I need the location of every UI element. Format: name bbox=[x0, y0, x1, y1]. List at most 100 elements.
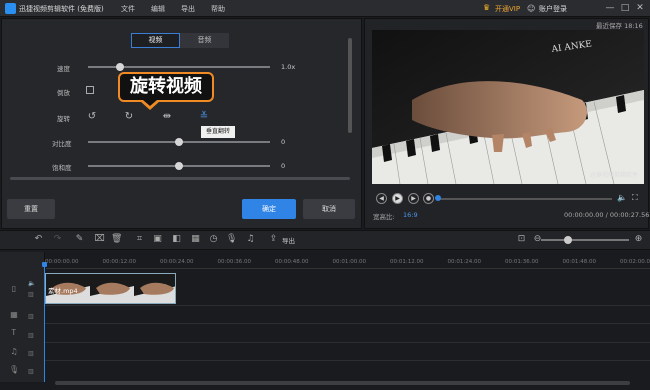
tab-video[interactable]: 视频 bbox=[131, 33, 180, 48]
close-button[interactable]: ✕ bbox=[634, 2, 646, 14]
delete-icon[interactable]: 🗑 bbox=[111, 234, 122, 245]
record-voice-icon[interactable]: 🎙 bbox=[226, 234, 237, 245]
user-icon[interactable]: ☺ bbox=[527, 4, 536, 13]
fullscreen-icon[interactable]: ⛶ bbox=[632, 193, 642, 203]
ruler-label: 00:00:36.00 bbox=[217, 259, 251, 265]
autosave-status: 最近保存 18:16 bbox=[596, 22, 643, 30]
aspect-ratio-value[interactable]: 16:9 bbox=[403, 211, 418, 219]
timeline-scrollbar[interactable] bbox=[55, 381, 630, 385]
ruler-label: 00:02:00.00 bbox=[620, 259, 650, 265]
menu-file[interactable]: 文件 bbox=[121, 4, 135, 14]
saturation-label: 饱和度 bbox=[52, 164, 72, 172]
contrast-label: 对比度 bbox=[52, 140, 72, 148]
edit-panel bbox=[1, 18, 362, 229]
ruler-label: 00:01:36.00 bbox=[505, 259, 539, 265]
reverse-checkbox[interactable] bbox=[86, 86, 94, 94]
track-divider bbox=[45, 305, 650, 306]
tab-audio[interactable]: 音频 bbox=[180, 33, 229, 48]
prev-frame-button[interactable]: ◀ bbox=[376, 193, 387, 204]
redo-icon[interactable]: ↷ bbox=[52, 234, 63, 245]
ruler-label: 00:01:48.00 bbox=[562, 259, 596, 265]
music-track-lock-icon[interactable]: ▥ bbox=[28, 350, 36, 358]
mosaic-icon[interactable]: ▣ bbox=[152, 234, 163, 245]
menu-help[interactable]: 帮助 bbox=[211, 4, 225, 14]
playhead-handle[interactable] bbox=[42, 262, 47, 267]
maximize-button[interactable]: □ bbox=[619, 2, 631, 14]
text-track-icon: Ꭲ bbox=[11, 328, 17, 337]
audio-mix-icon[interactable]: ♫ bbox=[245, 234, 256, 245]
time-readout: 00:00:00.00 / 00:00:27.56 bbox=[564, 211, 650, 219]
track-headers bbox=[0, 252, 45, 382]
playback-progress-knob[interactable] bbox=[435, 195, 441, 201]
stop-button[interactable]: ● bbox=[423, 193, 434, 204]
voice-track-lock-icon[interactable]: ▥ bbox=[28, 368, 36, 376]
rotate-video-callout: 旋转视频 bbox=[118, 72, 214, 102]
ruler-label: 00:01:12.00 bbox=[390, 259, 424, 265]
reverse-label: 倒放 bbox=[57, 89, 70, 97]
saturation-value: 0 bbox=[281, 162, 286, 170]
export-button[interactable]: 导出 bbox=[282, 235, 295, 245]
ok-button[interactable]: 确定 bbox=[242, 199, 296, 219]
zoom-slider-knob[interactable] bbox=[564, 236, 572, 244]
speed-slider-knob[interactable] bbox=[116, 63, 124, 71]
track-divider bbox=[45, 360, 650, 361]
rotate-left-icon[interactable]: ↺ bbox=[86, 111, 98, 123]
saturation-slider-knob[interactable] bbox=[175, 162, 183, 170]
video-track-lock-icon[interactable]: ▥ bbox=[28, 291, 36, 299]
split-icon[interactable]: ⌧ bbox=[94, 234, 105, 245]
track-divider bbox=[45, 323, 650, 324]
speed-label: 速度 bbox=[57, 65, 70, 73]
voice-track-icon: 🎙 bbox=[9, 365, 20, 374]
panel-hscrollbar[interactable] bbox=[10, 177, 350, 180]
zoom-slider-track[interactable] bbox=[541, 239, 629, 241]
playback-progress-track[interactable] bbox=[437, 198, 612, 200]
freeze-frame-icon[interactable]: ◧ bbox=[171, 234, 182, 245]
menu-export[interactable]: 导出 bbox=[181, 4, 195, 14]
picture-icon[interactable]: ▦ bbox=[190, 234, 201, 245]
video-clip[interactable]: 素材.mp4 bbox=[45, 273, 176, 304]
ruler-label: 00:00:48.00 bbox=[275, 259, 309, 265]
zoom-in-icon[interactable]: ⊕ bbox=[633, 234, 644, 245]
ruler-label: 00:00:12.00 bbox=[102, 259, 136, 265]
aspect-ratio-label: 宽高比: bbox=[373, 213, 395, 221]
next-frame-button[interactable]: ▶ bbox=[408, 193, 419, 204]
piano-frame-image: AI ANKE bbox=[372, 30, 644, 184]
video-track-audio-icon[interactable]: 🔈 bbox=[28, 280, 36, 288]
flip-vertical-icon[interactable]: ≚ bbox=[198, 111, 210, 123]
cancel-button[interactable]: 取消 bbox=[303, 199, 355, 219]
crop-icon[interactable]: ⌗ bbox=[134, 234, 145, 245]
music-track-icon: ♫ bbox=[10, 347, 18, 356]
play-button[interactable]: ▶ bbox=[392, 193, 403, 204]
watermark: 迅捷视频剪辑软件 bbox=[590, 172, 639, 179]
rotate-label: 旋转 bbox=[57, 115, 70, 123]
duration-icon[interactable]: ◷ bbox=[208, 234, 219, 245]
contrast-slider-knob[interactable] bbox=[175, 138, 183, 146]
video-preview[interactable]: AI ANKE bbox=[372, 30, 644, 184]
app-logo-icon bbox=[5, 3, 16, 14]
menu-edit[interactable]: 编辑 bbox=[151, 4, 165, 14]
ruler-label: 00:01:00.00 bbox=[332, 259, 366, 265]
flip-horizontal-icon[interactable]: ⇹ bbox=[161, 111, 173, 123]
tooltip: 垂直翻转 bbox=[201, 126, 235, 138]
panel-scrollbar[interactable] bbox=[348, 38, 352, 133]
undo-icon[interactable]: ↶ bbox=[33, 234, 44, 245]
rotate-right-icon[interactable]: ↻ bbox=[123, 111, 135, 123]
video-track-icon: ▯ bbox=[11, 284, 17, 293]
login-button[interactable]: 账户登录 bbox=[539, 4, 567, 14]
fit-timeline-icon[interactable]: ⊡ bbox=[516, 234, 527, 245]
reset-button[interactable]: 重置 bbox=[7, 199, 55, 219]
picture-track-lock-icon[interactable]: ▥ bbox=[28, 313, 36, 321]
vip-button[interactable]: 开通VIP bbox=[495, 4, 520, 14]
clip-label: 素材.mp4 bbox=[48, 287, 78, 295]
ruler-label: 00:00:00.00 bbox=[45, 259, 79, 265]
export-icon[interactable]: ⇪ bbox=[268, 234, 279, 245]
text-track-lock-icon[interactable]: ▥ bbox=[28, 332, 36, 340]
volume-icon[interactable]: 🔈 bbox=[617, 193, 627, 203]
ruler-label: 00:01:24.00 bbox=[447, 259, 481, 265]
minimize-button[interactable]: — bbox=[604, 2, 616, 14]
playhead[interactable] bbox=[44, 262, 45, 382]
callout-arrow-inner bbox=[143, 100, 157, 106]
picture-track-icon: ▦ bbox=[10, 310, 18, 319]
edit-icon[interactable]: ✎ bbox=[74, 234, 85, 245]
vip-crown-icon[interactable]: ♛ bbox=[483, 4, 492, 12]
